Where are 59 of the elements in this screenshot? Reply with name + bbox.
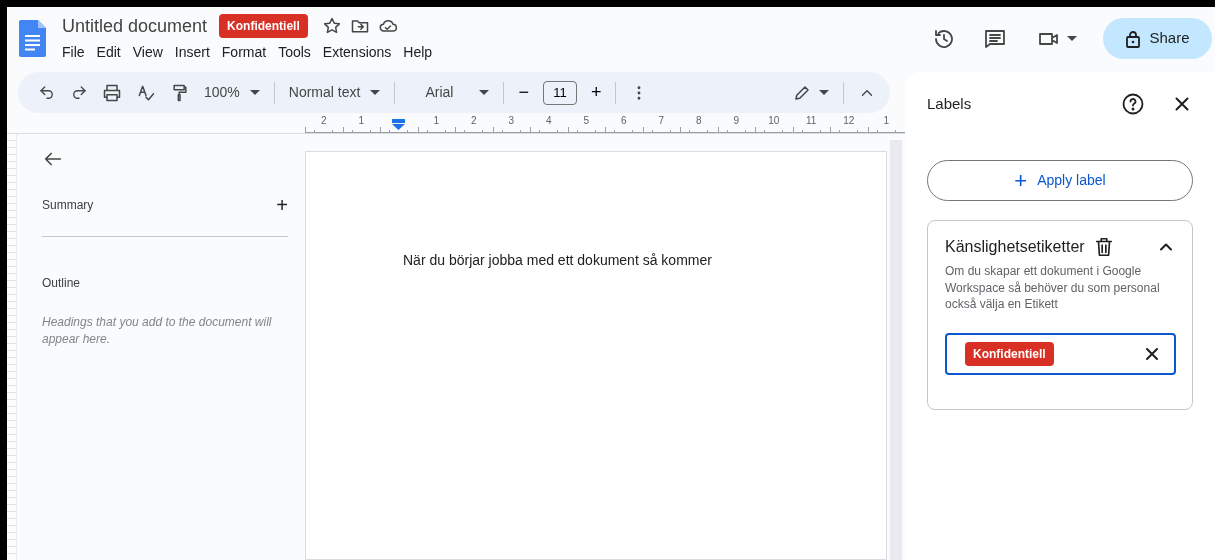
document-text: När du börjar jobba med ett dokument så kommer bbox=[403, 251, 713, 270]
ruler-number: 2 bbox=[320, 115, 327, 127]
zoom-dropdown[interactable]: 100% bbox=[204, 82, 260, 103]
undo-icon[interactable] bbox=[38, 83, 56, 102]
menu-item[interactable]: Format bbox=[215, 39, 273, 65]
ruler-number: 1 bbox=[883, 115, 890, 127]
ruler-number: 4 bbox=[545, 115, 552, 127]
pencil-icon bbox=[793, 83, 811, 102]
summary-heading: Summary bbox=[42, 197, 94, 214]
lock-icon bbox=[1125, 29, 1142, 48]
docs-logo-icon[interactable] bbox=[19, 20, 46, 57]
font-dropdown[interactable]: Arial bbox=[409, 82, 490, 103]
paint-roller-icon[interactable] bbox=[170, 82, 190, 103]
document-title[interactable]: Untitled document bbox=[62, 12, 208, 40]
label-section-title: Känslighetsetiketter bbox=[945, 237, 1085, 257]
outline-heading: Outline bbox=[42, 275, 82, 292]
menu-item[interactable]: Insert bbox=[168, 39, 216, 65]
share-button[interactable]: Share bbox=[1103, 18, 1212, 59]
ruler-number: 5 bbox=[583, 115, 590, 127]
increase-size-button[interactable]: + bbox=[590, 79, 602, 106]
ruler-number: 10 bbox=[768, 115, 780, 127]
panel-title: Labels bbox=[927, 93, 972, 114]
indent-marker-icon[interactable] bbox=[392, 119, 406, 131]
menu-item[interactable]: Tools bbox=[272, 39, 317, 65]
ruler-number: 1 bbox=[433, 115, 440, 127]
label-chip: Konfidentiell bbox=[965, 341, 1054, 366]
editing-mode-button[interactable] bbox=[793, 83, 829, 102]
ruler-number: 11 bbox=[806, 115, 817, 127]
caret-icon bbox=[249, 89, 260, 96]
help-icon[interactable] bbox=[1121, 92, 1145, 116]
star-icon[interactable] bbox=[321, 16, 342, 36]
add-summary-button[interactable]: + bbox=[276, 190, 288, 220]
menu-item[interactable]: Help bbox=[397, 39, 439, 65]
caret-icon bbox=[1067, 35, 1077, 42]
print-icon[interactable] bbox=[102, 82, 122, 103]
menu-item[interactable]: Edit bbox=[90, 39, 127, 65]
ruler-number: 6 bbox=[620, 115, 627, 127]
redo-icon[interactable] bbox=[70, 83, 88, 102]
ruler-number: 9 bbox=[733, 115, 740, 127]
ruler-number: 3 bbox=[508, 115, 515, 127]
label-field[interactable]: Konfidentiell bbox=[945, 332, 1176, 375]
caret-icon bbox=[819, 89, 829, 96]
decrease-size-button[interactable]: − bbox=[518, 79, 529, 106]
menu-item[interactable]: Extensions bbox=[316, 39, 398, 65]
ruler-number: 7 bbox=[658, 115, 665, 127]
outline-hint: Headings that you add to the document will appear here. bbox=[42, 314, 273, 348]
ruler-number: 8 bbox=[695, 115, 702, 127]
menu-item[interactable]: File bbox=[56, 39, 91, 65]
style-dropdown[interactable]: Normal text bbox=[288, 82, 381, 103]
font-size-field[interactable]: 11 bbox=[542, 80, 577, 105]
ruler-number: 12 bbox=[843, 115, 855, 127]
ruler-number: 2 bbox=[470, 115, 477, 127]
label-description: Om du skapar ett dokument i Google Workspace så behöver du som personal också välja en Etikett bbox=[945, 263, 1161, 313]
menu-item[interactable]: View bbox=[126, 39, 169, 65]
caret-icon bbox=[479, 89, 490, 96]
ruler-number: 1 bbox=[358, 115, 365, 127]
caret-icon bbox=[370, 89, 381, 96]
label-badge[interactable]: Konfidentiell bbox=[219, 14, 308, 38]
apply-label-button[interactable]: + Apply label bbox=[927, 160, 1193, 201]
